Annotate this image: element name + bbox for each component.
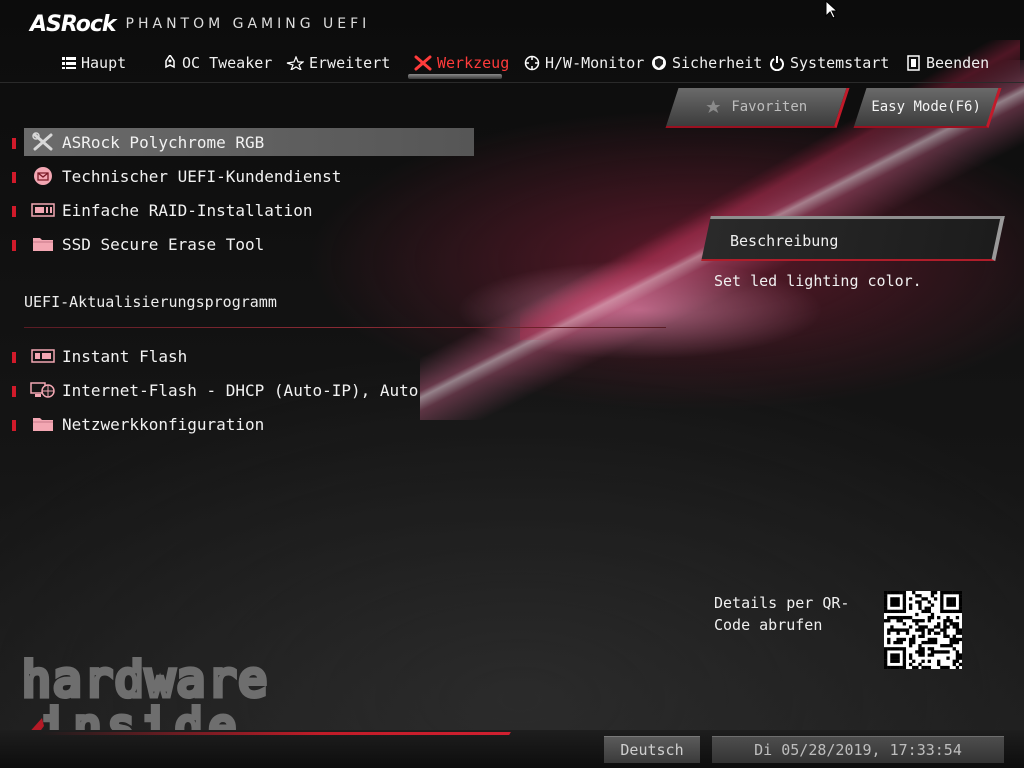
description-title: Beschreibung: [730, 232, 839, 250]
menu-item-label: SSD Secure Erase Tool: [62, 234, 265, 254]
tools-icon: [30, 131, 56, 153]
language-button[interactable]: Deutsch: [604, 736, 700, 763]
tab-label: Beenden: [926, 54, 990, 72]
easy-mode-button[interactable]: Easy Mode(F6): [853, 88, 1002, 128]
datetime-label: Di 05/28/2019, 17:33:54: [754, 741, 962, 759]
menu-item-ssd-secure-erase[interactable]: SSD Secure Erase Tool: [24, 230, 474, 258]
row-marker: [12, 420, 16, 431]
menu-item-instant-flash[interactable]: Instant Flash: [24, 342, 474, 370]
tab-label: Werkzeug: [437, 54, 510, 72]
uefi-subtitle: PHANTOM GAMING UEFI: [125, 16, 371, 32]
tab-label: H/W-Monitor: [545, 54, 645, 72]
tab-label: Haupt: [81, 54, 127, 72]
menu-item-label: ASRock Polychrome RGB: [62, 132, 265, 152]
bios-chip-icon: [30, 345, 56, 367]
favorites-button[interactable]: Favoriten: [665, 88, 850, 128]
mail-icon: [30, 165, 56, 187]
qr-code-image: [884, 591, 963, 670]
tab-beenden[interactable]: Beenden: [907, 50, 989, 76]
row-marker: [12, 138, 16, 149]
menu-item-label: Internet-Flash - DHCP (Auto-IP), Auto: [62, 380, 419, 400]
date-time-display: Di 05/28/2019, 17:33:54: [712, 736, 1004, 763]
rocket-icon: [165, 55, 175, 69]
qr-code-label: Details per QR-Code abrufen: [714, 594, 850, 634]
folder-icon: [30, 413, 56, 435]
tab-label: Systemstart: [790, 54, 890, 72]
tab-erweitert[interactable]: Erweitert: [286, 50, 390, 76]
tab-systemstart[interactable]: Systemstart: [769, 50, 889, 76]
raid-drive-icon: [30, 199, 56, 221]
menu-item-network-config[interactable]: Netzwerkkonfiguration: [24, 410, 474, 438]
mouse-cursor-icon: [825, 0, 837, 19]
shield-icon: [652, 56, 666, 70]
tab-haupt[interactable]: Haupt: [62, 50, 126, 76]
language-label: Deutsch: [620, 741, 684, 759]
tools-icon: [414, 55, 432, 71]
menu-item-raid-install[interactable]: Einfache RAID-Installation: [24, 196, 474, 224]
favorites-label: Favoriten: [731, 99, 808, 115]
row-marker: [12, 240, 16, 251]
crosshair-icon: [524, 55, 540, 71]
row-marker: [12, 172, 16, 183]
globe-network-icon: [30, 379, 56, 401]
main-tab-bar: Haupt OC Tweaker Erweitert Werkzeug H/W-…: [0, 50, 1024, 83]
row-marker: [12, 352, 16, 363]
list-icon: [62, 57, 76, 69]
tab-label: Sicherheit: [672, 54, 763, 72]
row-marker: [12, 386, 16, 397]
power-icon: [770, 56, 784, 71]
status-bar-accent: [39, 732, 511, 735]
tab-werkzeug[interactable]: Werkzeug: [414, 50, 509, 76]
star-icon: [706, 100, 721, 113]
star-icon: [286, 56, 304, 70]
row-marker: [12, 206, 16, 217]
folder-icon: [30, 233, 56, 255]
tab-label: Erweitert: [309, 54, 391, 72]
asrock-logo: ASRock PHANTOM GAMING UEFI: [30, 11, 371, 37]
menu-item-label: Technischer UEFI-Kundendienst: [62, 166, 342, 186]
exit-icon: [907, 55, 920, 71]
menu-item-internet-flash[interactable]: Internet-Flash - DHCP (Auto-IP), Auto: [24, 376, 474, 404]
menu-item-polychrome-rgb[interactable]: ASRock Polychrome RGB: [24, 128, 474, 156]
tab-sicherheit[interactable]: Sicherheit: [651, 50, 762, 76]
easy-mode-label: Easy Mode(F6): [871, 99, 982, 115]
tab-label: OC Tweaker: [182, 54, 273, 72]
section-title-uefi-update: UEFI-Aktualisierungsprogramm: [24, 293, 277, 311]
brand-name: ASRock: [30, 11, 117, 37]
menu-item-label: Instant Flash: [62, 346, 188, 366]
active-tab-indicator: [408, 74, 502, 79]
menu-item-uefi-support[interactable]: Technischer UEFI-Kundendienst: [24, 162, 474, 190]
tab-hw-monitor[interactable]: H/W-Monitor: [524, 50, 644, 76]
menu-item-label: Einfache RAID-Installation: [62, 200, 313, 220]
menu-item-label: Netzwerkkonfiguration: [62, 414, 265, 434]
section-divider: [24, 327, 666, 328]
description-text: Set led lighting color.: [714, 272, 922, 290]
tab-oc-tweaker[interactable]: OC Tweaker: [163, 50, 272, 76]
